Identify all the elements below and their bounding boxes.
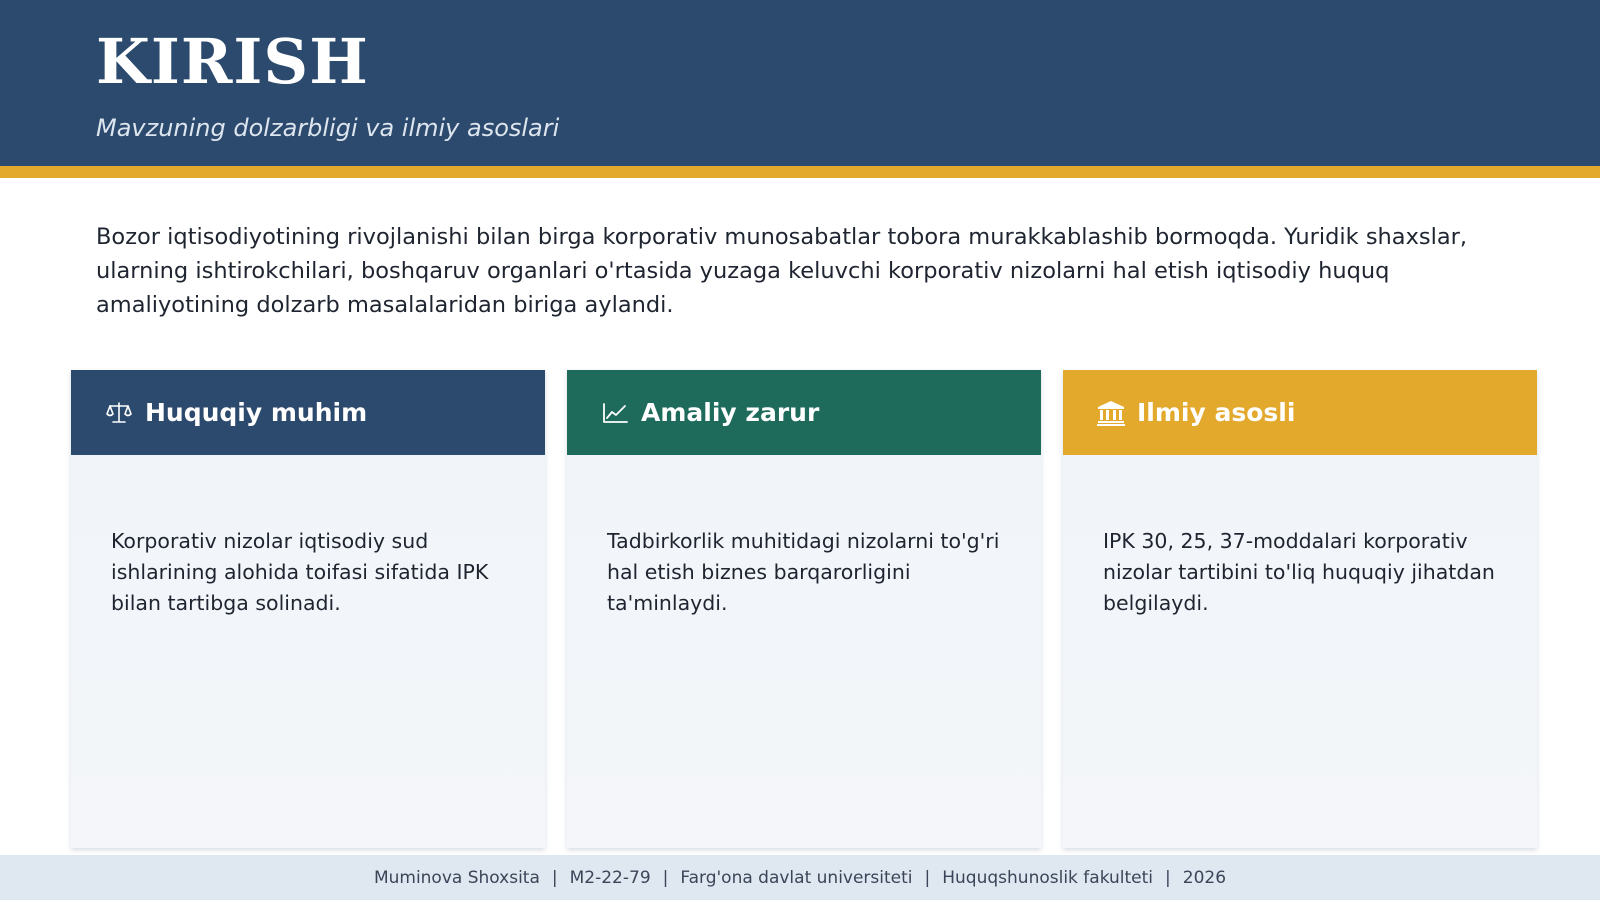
card-header: Amaliy zarur bbox=[567, 370, 1041, 455]
scales-icon bbox=[105, 399, 133, 427]
footer-group: M2-22-79 bbox=[569, 867, 651, 888]
institution-icon bbox=[1097, 399, 1125, 427]
card-header: Ilmiy asosli bbox=[1063, 370, 1537, 455]
card-amaliy-zarur: Amaliy zarur Tadbirkorlik muhitidagi niz… bbox=[567, 370, 1041, 848]
footer-faculty: Huquqshunoslik fakulteti bbox=[942, 867, 1154, 888]
card-text: Tadbirkorlik muhitidagi nizolarni to'g'r… bbox=[607, 529, 1000, 615]
footer-year: 2026 bbox=[1182, 867, 1227, 888]
footer-separator: | bbox=[1165, 867, 1171, 888]
card-huquqiy-muhim: Huquqiy muhim Korporativ nizolar iqtisod… bbox=[71, 370, 545, 848]
card-text: IPK 30, 25, 37-moddalari korporativ nizo… bbox=[1103, 529, 1495, 615]
card-text: Korporativ nizolar iqtisodiy sud ishlari… bbox=[111, 529, 489, 615]
page-subtitle: Mavzuning dolzarbligi va ilmiy asoslari bbox=[96, 114, 560, 142]
page-title: KIRISH bbox=[96, 25, 369, 98]
footer-bar: Muminova Shoxsita | M2-22-79 | Farg'ona … bbox=[0, 855, 1600, 900]
footer-separator: | bbox=[551, 867, 558, 888]
intro-paragraph: Bozor iqtisodiyotining rivojlanishi bila… bbox=[96, 224, 1468, 318]
card-title: Huquqiy muhim bbox=[145, 398, 368, 427]
card-title: Amaliy zarur bbox=[641, 398, 820, 427]
footer-university: Farg'ona davlat universiteti bbox=[680, 867, 913, 888]
card-ilmiy-asosli: Ilmiy asosli IPK 30, 25, 37-moddalari ko… bbox=[1063, 370, 1537, 848]
header-banner: KIRISH Mavzuning dolzarbligi va ilmiy as… bbox=[0, 0, 1600, 166]
chart-line-icon bbox=[601, 399, 629, 427]
footer-separator: | bbox=[924, 867, 931, 888]
footer-author: Muminova Shoxsita bbox=[373, 867, 540, 888]
footer-separator: | bbox=[662, 867, 669, 888]
header-accent-stripe bbox=[0, 166, 1600, 178]
card-title: Ilmiy asosli bbox=[1137, 398, 1296, 427]
card-header: Huquqiy muhim bbox=[71, 370, 545, 455]
